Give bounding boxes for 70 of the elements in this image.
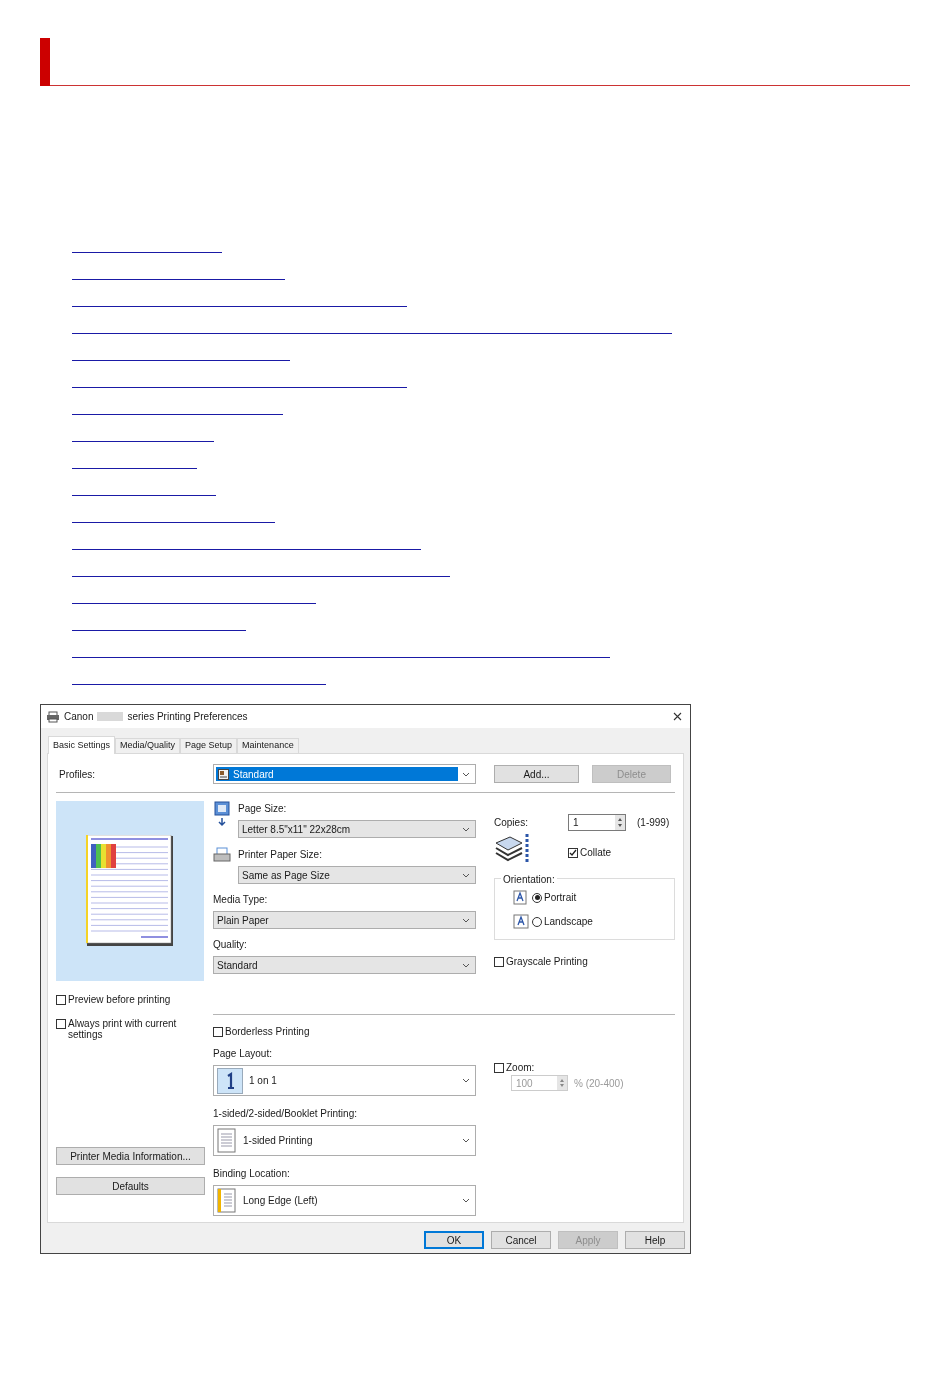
radio-button[interactable] [532, 892, 542, 903]
dropdown[interactable]: Standard [213, 956, 476, 974]
dropdown[interactable]: Same as Page Size [238, 866, 476, 884]
checkbox[interactable] [213, 1027, 223, 1037]
field-label: Media Type: [213, 893, 269, 907]
dropdown[interactable]: Letter 8.5"x11" 22x28cm [238, 820, 476, 838]
checkbox-label: Collate [580, 847, 612, 858]
left-binding-page-icon [217, 1187, 237, 1214]
field-label: Copies: [494, 816, 529, 830]
tab[interactable]: Maintenance [237, 738, 299, 753]
button[interactable]: Defaults [56, 1177, 205, 1195]
landscape-page-icon [513, 914, 529, 929]
chevron-icon [462, 1137, 470, 1144]
selected-option: Standard [216, 767, 458, 781]
page-size-icon [213, 801, 231, 827]
paper-tray-icon [213, 847, 231, 863]
radio-label: Landscape [544, 915, 593, 929]
radio-label: Portrait [544, 891, 577, 905]
window-title: series Printing Preferences [127, 710, 249, 724]
button[interactable]: OK [424, 1231, 484, 1249]
range-hint: (1-999) [637, 816, 670, 830]
printer-icon [46, 710, 60, 723]
checkbox-label: Always print with current settings [68, 1018, 178, 1040]
button[interactable]: Help [625, 1231, 685, 1249]
checkbox-label: Grayscale Printing [506, 956, 588, 967]
chevron-icon [462, 825, 470, 833]
close-icon [673, 712, 682, 721]
radio-button[interactable] [532, 916, 542, 927]
tab[interactable]: Media/Quality [115, 738, 181, 753]
dropdown[interactable]: 1 on 1 [213, 1065, 476, 1096]
checkbox[interactable] [494, 957, 504, 967]
tab[interactable]: Basic Settings [48, 736, 116, 754]
checkbox-label: Borderless Printing [225, 1026, 310, 1037]
field-label: 1-sided/2-sided/Booklet Printing: [213, 1107, 358, 1121]
checkbox-label: Preview before printing [68, 994, 171, 1005]
field-label: Page Layout: [213, 1047, 273, 1061]
field-label: Printer Paper Size: [238, 848, 323, 862]
chevron-icon [462, 1197, 470, 1204]
button[interactable]: Add... [494, 765, 579, 783]
checkbox-label: Zoom: [506, 1062, 535, 1073]
one-page-icon [217, 1067, 243, 1094]
chevron-icon [462, 916, 470, 924]
dropdown[interactable]: 1-sided Printing [213, 1125, 476, 1156]
tab[interactable]: Page Setup [180, 738, 238, 753]
dropdown[interactable]: Standard [213, 764, 476, 784]
chevron-icon [462, 770, 470, 778]
field-label: Quality: [213, 938, 248, 952]
dropdown[interactable]: Plain Paper [213, 911, 476, 929]
chevron-icon [462, 871, 470, 879]
field-label: Page Size: [238, 802, 288, 816]
field-label: Profiles: [58, 767, 97, 782]
button[interactable]: Cancel [491, 1231, 551, 1249]
button[interactable]: Printer Media Information... [56, 1147, 205, 1165]
copies-spinbox[interactable]: 1 [568, 814, 626, 831]
checkbox[interactable] [568, 848, 578, 858]
paper-stack-icon [494, 833, 532, 865]
chevron-icon [462, 961, 470, 969]
field-label: Binding Location: [213, 1167, 291, 1181]
range-hint: % (20-400) [574, 1076, 624, 1091]
document-page-icon [217, 1127, 237, 1154]
dropdown[interactable]: Long Edge (Left) [213, 1185, 476, 1216]
spin-arrows-icon [615, 815, 625, 830]
portrait-page-icon [513, 890, 529, 905]
redacted-block [97, 712, 124, 721]
profile-icon [218, 768, 229, 780]
spin-arrows-icon [557, 1076, 567, 1090]
window-title: Canon [64, 710, 94, 724]
checkbox[interactable] [56, 1019, 66, 1029]
chevron-icon [462, 1077, 470, 1084]
checkbox[interactable] [56, 995, 66, 1005]
